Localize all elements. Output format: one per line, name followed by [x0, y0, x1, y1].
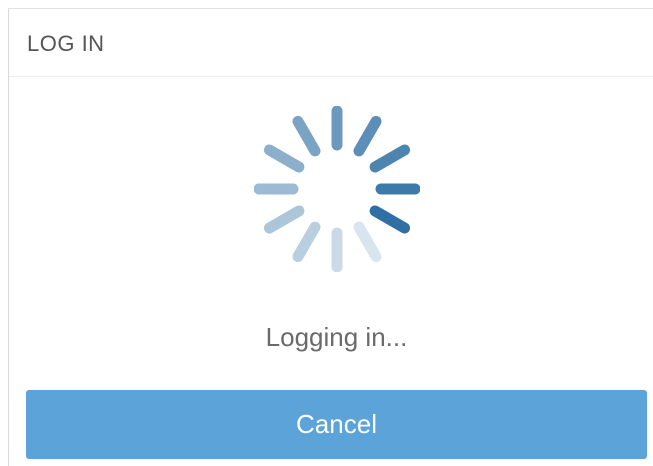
cancel-button[interactable]: Cancel — [26, 390, 647, 459]
logging-in-status: Logging in... — [265, 322, 408, 352]
spinner-segment — [369, 144, 411, 173]
spinner-segment — [292, 115, 321, 157]
spinner-segment — [353, 115, 382, 157]
dialog-header: LOG IN — [9, 9, 653, 77]
loading-spinner-icon — [254, 106, 420, 272]
spinner-segment — [263, 144, 305, 173]
dialog-title: LOG IN — [27, 31, 105, 56]
spinner-segment — [369, 205, 411, 234]
login-dialog: LOG IN Logging in... Cancel — [8, 8, 653, 466]
spinner-segment — [292, 221, 321, 263]
spinner-segment — [353, 221, 382, 263]
spinner-segment — [263, 205, 305, 234]
